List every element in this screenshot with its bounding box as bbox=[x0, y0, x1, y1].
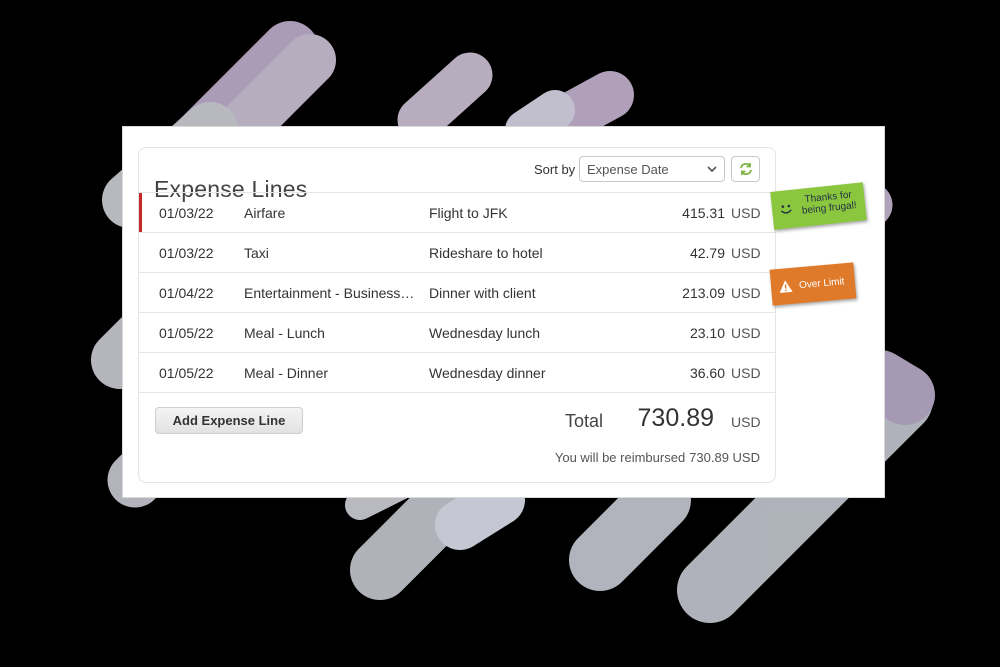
expense-card: Expense Lines Sort by Expense Date 01/03… bbox=[138, 147, 776, 483]
expense-description: Dinner with client bbox=[429, 285, 536, 301]
expense-date: 01/05/22 bbox=[159, 325, 214, 341]
expense-type: Meal - Dinner bbox=[244, 365, 329, 381]
refresh-button[interactable] bbox=[731, 156, 760, 182]
total-label: Total bbox=[565, 411, 604, 431]
expense-panel: Expense Lines Sort by Expense Date 01/03… bbox=[122, 126, 885, 498]
expense-row[interactable]: 01/05/22 Meal - Lunch Wednesday lunch 23… bbox=[139, 312, 775, 352]
over-limit-sticky-note: Over Limit bbox=[769, 262, 857, 306]
sort-label: Sort by bbox=[534, 162, 576, 177]
over-limit-text: Over Limit bbox=[798, 276, 845, 292]
expense-row[interactable]: 01/04/22 Entertainment - Business Meal D… bbox=[139, 272, 775, 312]
reimbursement-amount: 730.89 USD bbox=[689, 450, 760, 465]
expense-date: 01/03/22 bbox=[159, 245, 214, 261]
frugal-note-text: Thanks for being frugal! bbox=[801, 189, 858, 217]
expense-amount: 213.09 bbox=[682, 285, 725, 301]
total-value: 730.89 bbox=[637, 404, 714, 432]
expense-currency: USD bbox=[731, 325, 761, 341]
expense-date: 01/04/22 bbox=[159, 285, 214, 301]
expense-type: Meal - Lunch bbox=[244, 325, 325, 341]
flag-marker bbox=[139, 193, 142, 232]
expense-currency: USD bbox=[731, 205, 761, 221]
chevron-down-icon bbox=[707, 166, 717, 173]
expense-amount: 415.31 bbox=[682, 205, 725, 221]
expense-description: Flight to JFK bbox=[429, 205, 508, 221]
expense-date: 01/05/22 bbox=[159, 365, 214, 381]
reimbursement-text: You will be reimbursed 730.89 USD bbox=[555, 450, 760, 465]
expense-description: Wednesday dinner bbox=[429, 365, 546, 381]
expense-type: Entertainment - Business Meal bbox=[244, 285, 416, 301]
expense-type: Taxi bbox=[244, 245, 269, 261]
expense-currency: USD bbox=[731, 245, 761, 261]
expense-row[interactable]: 01/03/22 Taxi Rideshare to hotel 42.79 U… bbox=[139, 232, 775, 272]
warning-icon bbox=[779, 280, 793, 293]
smiley-icon bbox=[780, 204, 792, 214]
expense-row[interactable]: 01/03/22 Airfare Flight to JFK 415.31 US… bbox=[139, 192, 775, 232]
expense-date: 01/03/22 bbox=[159, 205, 214, 221]
expense-row[interactable]: 01/05/22 Meal - Dinner Wednesday dinner … bbox=[139, 352, 775, 393]
expense-description: Rideshare to hotel bbox=[429, 245, 543, 261]
sort-select-value: Expense Date bbox=[587, 162, 669, 177]
refresh-icon bbox=[740, 163, 752, 175]
expense-currency: USD bbox=[731, 285, 761, 301]
total-currency: USD bbox=[731, 414, 761, 430]
expense-amount: 23.10 bbox=[689, 325, 725, 341]
expense-description: Wednesday lunch bbox=[429, 325, 541, 341]
expense-list: 01/03/22 Airfare Flight to JFK 415.31 US… bbox=[139, 192, 775, 393]
expense-currency: USD bbox=[731, 365, 761, 381]
sort-select[interactable]: Expense Date bbox=[579, 156, 725, 182]
expense-amount: 36.60 bbox=[689, 365, 725, 381]
add-expense-line-button[interactable]: Add Expense Line bbox=[155, 407, 303, 434]
reimbursement-label: You will be reimbursed bbox=[554, 450, 686, 465]
expense-amount: 42.79 bbox=[689, 245, 725, 261]
expense-type: Airfare bbox=[244, 205, 286, 221]
